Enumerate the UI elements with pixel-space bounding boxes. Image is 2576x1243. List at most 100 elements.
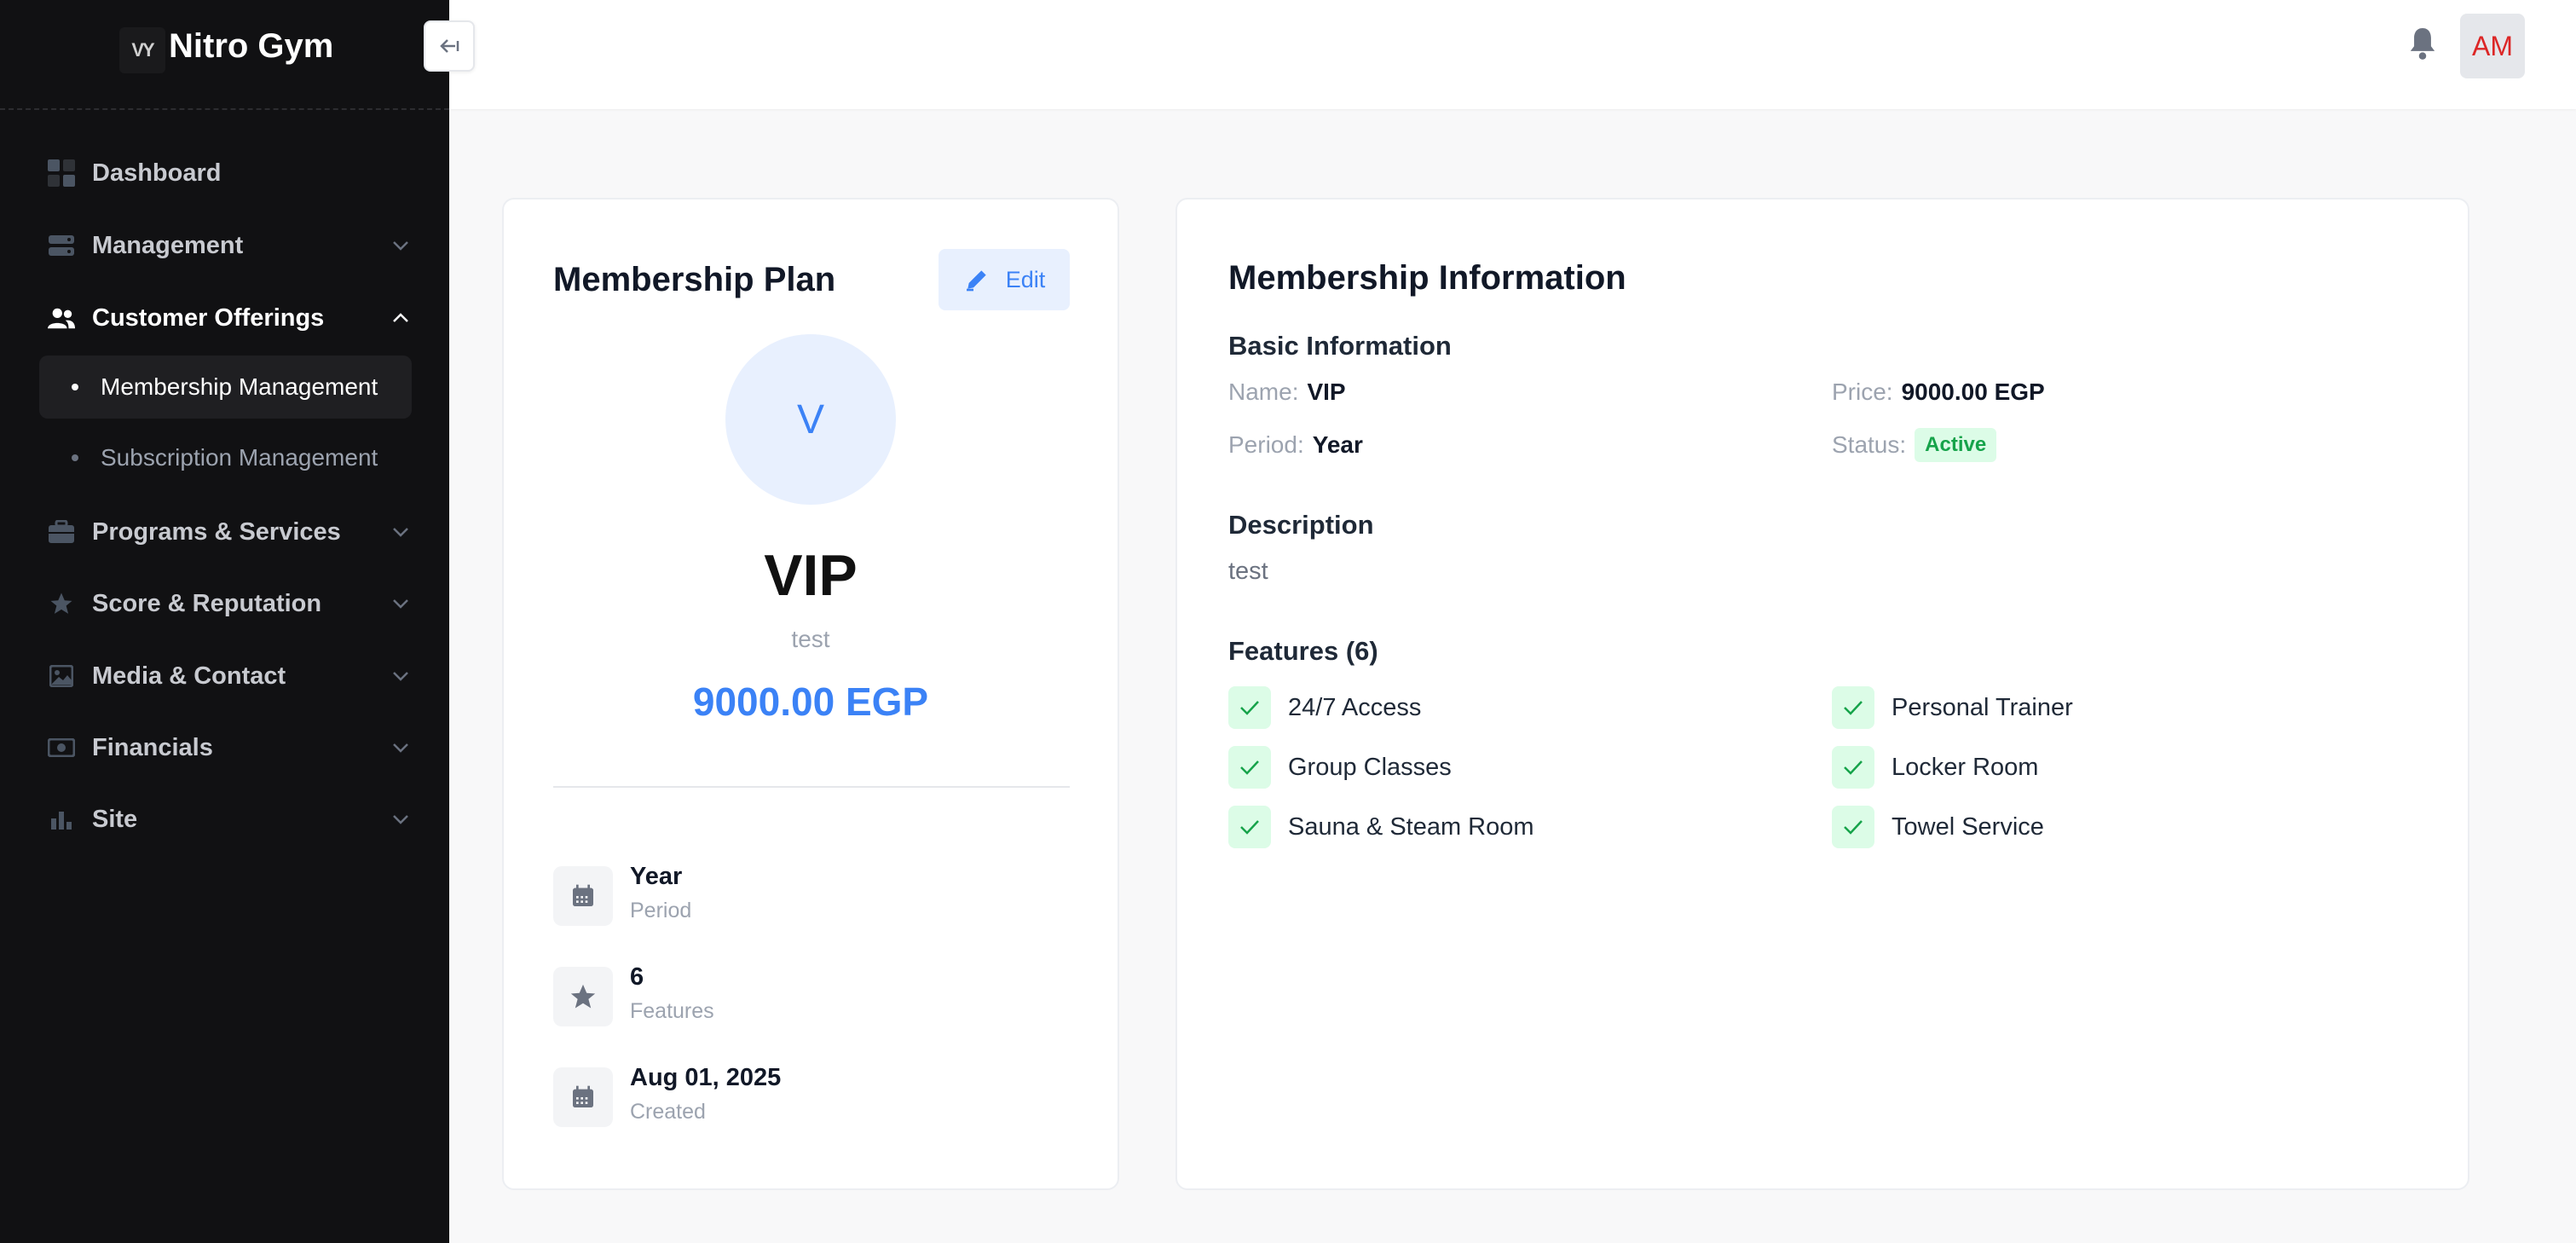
chevron-down-icon [387, 590, 414, 617]
plan-name: VIP [764, 543, 858, 608]
edit-button[interactable]: Edit [939, 249, 1070, 310]
feature-label: Group Classes [1288, 753, 1452, 781]
feature-label: Locker Room [1892, 753, 2039, 781]
sidebar-subitem-label: Subscription Management [101, 444, 378, 471]
edit-button-label: Edit [1005, 266, 1046, 292]
bar-chart-icon [48, 806, 75, 833]
check-icon [1832, 686, 1874, 729]
feature-item: Personal Trainer [1832, 685, 2073, 730]
server-icon [48, 232, 75, 259]
stat-value: Year [630, 863, 683, 890]
chevron-down-icon [387, 662, 414, 690]
field-value: Year [1312, 431, 1363, 458]
sidebar-item-label: Media & Contact [92, 662, 286, 690]
plan-card-title: Membership Plan [553, 261, 836, 298]
sidebar-item-label: Management [92, 231, 244, 259]
stat-created: Aug 01, 2025 Created [553, 1064, 1065, 1132]
feature-item: 24/7 Access [1228, 685, 1421, 730]
sidebar: VY Nitro Gym Dashboard Management Custom… [0, 0, 449, 1243]
field-label: Period: [1228, 431, 1304, 458]
membership-plan-card: Membership Plan Edit V VIP test 9000.00 … [502, 198, 1119, 1190]
star-icon [48, 590, 75, 617]
membership-information-card: Membership Information Basic Information… [1175, 198, 2469, 1190]
bell-icon[interactable] [2402, 22, 2443, 63]
info-card-title: Membership Information [1228, 259, 1626, 297]
sidebar-item-site[interactable]: Site [39, 794, 414, 845]
sidebar-item-label: Score & Reputation [92, 589, 322, 617]
feature-item: Towel Service [1832, 805, 2044, 849]
brand: VY Nitro Gym [0, 0, 449, 110]
pencil-icon [963, 266, 991, 293]
stat-value: Aug 01, 2025 [630, 1064, 782, 1091]
sidebar-item-label: Customer Offerings [92, 304, 325, 332]
sidebar-item-media-contact[interactable]: Media & Contact [39, 650, 414, 702]
check-icon [1228, 806, 1271, 848]
sidebar-item-management[interactable]: Management [39, 220, 414, 271]
stat-label: Created [630, 1100, 706, 1124]
sidebar-subitem-membership-management[interactable]: Membership Management [39, 356, 412, 419]
brand-logo: VY [119, 27, 165, 73]
calendar-icon [553, 866, 613, 926]
dashboard-icon [48, 159, 75, 187]
users-icon [48, 304, 75, 332]
plan-price: 9000.00 EGP [692, 679, 929, 724]
sidebar-item-label: Programs & Services [92, 517, 341, 546]
field-name: Name: VIP [1228, 379, 1346, 406]
feature-item: Sauna & Steam Room [1228, 805, 1534, 849]
status-badge: Active [1915, 428, 1997, 462]
divider [553, 786, 1070, 788]
avatar[interactable]: AM [2460, 14, 2525, 78]
money-icon [48, 734, 75, 761]
field-period: Period: Year [1228, 431, 1363, 459]
feature-label: 24/7 Access [1288, 693, 1422, 721]
field-value: VIP [1307, 379, 1346, 405]
field-label: Name: [1228, 379, 1299, 405]
plan-description: test [791, 626, 830, 652]
sidebar-item-financials[interactable]: Financials [39, 722, 414, 773]
basic-information-heading: Basic Information [1228, 331, 1452, 361]
collapse-sidebar-button[interactable] [424, 20, 475, 72]
check-icon [1228, 746, 1271, 789]
arrow-left-icon [440, 39, 459, 53]
sidebar-item-label: Dashboard [92, 159, 222, 187]
image-icon [48, 662, 75, 690]
stat-value: 6 [630, 963, 644, 991]
topbar: AM [449, 0, 2576, 109]
sidebar-item-label: Financials [92, 733, 213, 761]
stat-label: Period [630, 899, 692, 922]
stat-features: 6 Features [553, 963, 1065, 1032]
feature-label: Sauna & Steam Room [1288, 812, 1534, 841]
chevron-down-icon [387, 734, 414, 761]
description-text: test [1228, 558, 1268, 585]
check-icon [1832, 746, 1874, 789]
calendar-icon [553, 1067, 613, 1127]
check-icon [1228, 686, 1271, 729]
field-price: Price: 9000.00 EGP [1832, 379, 2045, 406]
chevron-up-icon [387, 304, 414, 332]
chevron-down-icon [387, 232, 414, 259]
bullet-icon [72, 384, 78, 390]
features-heading: Features (6) [1228, 636, 1378, 666]
bullet-icon [72, 454, 78, 461]
sidebar-subitem-subscription-management[interactable]: Subscription Management [39, 426, 412, 489]
field-value: 9000.00 EGP [1901, 379, 2045, 405]
check-icon [1832, 806, 1874, 848]
stat-label: Features [630, 999, 714, 1023]
feature-item: Locker Room [1832, 745, 2038, 789]
brand-title: Nitro Gym [169, 27, 334, 65]
sidebar-item-dashboard[interactable]: Dashboard [39, 147, 414, 199]
sidebar-subitem-label: Membership Management [101, 373, 378, 400]
briefcase-icon [48, 518, 75, 546]
sidebar-item-customer-offerings[interactable]: Customer Offerings [39, 292, 414, 344]
feature-label: Personal Trainer [1892, 693, 2073, 721]
feature-item: Group Classes [1228, 745, 1452, 789]
sidebar-item-score-reputation[interactable]: Score & Reputation [39, 578, 414, 629]
field-status: Status: Active [1832, 428, 1997, 462]
stat-period: Year Period [553, 863, 1065, 931]
feature-label: Towel Service [1892, 812, 2044, 841]
chevron-down-icon [387, 806, 414, 833]
field-label: Status: [1832, 431, 1907, 458]
sidebar-item-programs-services[interactable]: Programs & Services [39, 506, 414, 558]
sidebar-item-label: Site [92, 805, 138, 833]
plan-initial-avatar: V [725, 334, 896, 505]
